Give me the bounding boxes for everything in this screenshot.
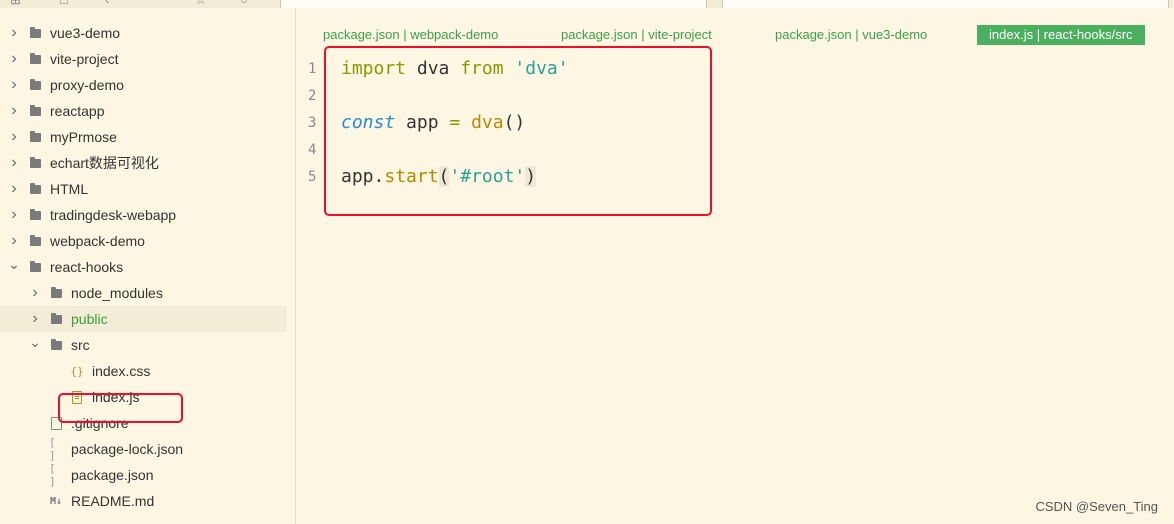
chevron-right-icon[interactable]: › [8, 128, 20, 146]
tree-item[interactable]: {} index.css [0, 358, 287, 384]
folder-shape [29, 104, 41, 116]
tree-item-label: tradingdesk-webapp [50, 207, 177, 223]
css-file-icon: {} [70, 364, 84, 378]
folder-icon [28, 234, 42, 246]
chevron-right-icon[interactable]: › [8, 24, 20, 42]
tab-index-js-react-hooks[interactable]: index.js | react-hooks/src [977, 25, 1145, 45]
chevron-down-icon[interactable]: ⌄ [8, 256, 20, 273]
tree-item[interactable]: M↓ README.md [0, 488, 287, 514]
folder-shape [29, 52, 41, 64]
tree-item[interactable]: › node_modules [0, 280, 287, 306]
tree-item[interactable]: › tradingdesk-webapp [0, 202, 287, 228]
chevron-right-icon[interactable]: › [29, 284, 41, 302]
file-explorer-sidebar: › vue3-demo › vite-project › proxy-demo › react… [0, 8, 287, 524]
chevron-down-icon[interactable]: ⌄ [29, 334, 41, 351]
search-input[interactable] [722, 0, 1169, 8]
tab-package-json-vue3-demo[interactable]: package.json | vue3-demo [775, 25, 927, 45]
tree-item-label: package-lock.json [71, 441, 184, 457]
tree-item-label: HTML [50, 181, 89, 197]
folder-shape [50, 338, 62, 350]
tree-item-label: vite-project [50, 51, 119, 67]
tree-item[interactable]: ⌄ src [0, 332, 287, 358]
markdown-file-icon: M↓ [49, 495, 63, 507]
tree-item[interactable]: › myPrmose [0, 124, 287, 150]
tree-item-label: react-hooks [50, 259, 124, 275]
tree-item-label: src [71, 337, 90, 353]
chevron-right-icon[interactable]: › [8, 180, 20, 198]
watermark: CSDN @Seven_Ting [1035, 499, 1158, 514]
tree-item[interactable]: › webpack-demo [0, 228, 287, 254]
folder-icon [28, 104, 42, 116]
editor-tab-bar: package.json | webpack-demo package.json… [296, 8, 1174, 45]
folder-icon [28, 52, 42, 64]
top-toolbar: ⊞ □ ‹ ☆ ○ [0, 0, 1174, 8]
folder-shape [29, 156, 41, 168]
folder-icon [49, 312, 63, 324]
tree-item-label: myPrmose [50, 129, 117, 145]
preview-icon[interactable]: ○ [240, 0, 248, 7]
tree-item[interactable]: › vite-project [0, 46, 287, 72]
chevron-right-icon[interactable]: › [8, 232, 20, 250]
folder-shape [29, 234, 41, 246]
tree-item-label: package.json [71, 467, 154, 483]
folder-icon [28, 182, 42, 194]
tree-item[interactable]: › reactapp [0, 98, 287, 124]
tree-item-label: public [71, 311, 108, 327]
tree-item-label: README.md [71, 493, 155, 509]
back-icon[interactable]: ‹ [105, 0, 109, 7]
folder-icon [28, 156, 42, 168]
tree-item[interactable]: [ ] package.json [0, 462, 287, 488]
folder-shape [29, 78, 41, 90]
tree-item[interactable]: › vue3-demo [0, 20, 287, 46]
folder-shape [29, 26, 41, 38]
folder-icon [49, 338, 63, 350]
chevron-right-icon[interactable]: › [8, 206, 20, 224]
chevron-right-icon[interactable]: › [8, 50, 20, 68]
sidebar-divider[interactable] [295, 8, 296, 524]
json-file-icon: [ ] [49, 462, 56, 488]
chevron-right-icon[interactable]: › [8, 154, 20, 172]
tree-item-label: echart数据可视化 [50, 155, 159, 171]
folder-icon [28, 26, 42, 38]
folder-icon [28, 130, 42, 142]
file-highlight-box [58, 393, 183, 423]
tree-item-label: reactapp [50, 103, 105, 119]
tab-package-json-webpack-demo[interactable]: package.json | webpack-demo [323, 25, 498, 45]
tree-item[interactable]: ⌄ react-hooks [0, 254, 287, 280]
tree-item-label: node_modules [71, 285, 163, 301]
folder-icon [28, 260, 42, 272]
chevron-right-icon[interactable]: › [8, 102, 20, 120]
address-bar[interactable] [280, 0, 707, 8]
folder-icon [28, 208, 42, 220]
json-file-icon: [ ] [49, 436, 56, 462]
tree-item-label: vue3-demo [50, 25, 121, 41]
code-highlight-box [324, 46, 712, 216]
tab-package-json-vite-project[interactable]: package.json | vite-project [561, 25, 712, 45]
star-icon[interactable]: ☆ [195, 0, 207, 7]
folder-shape [50, 312, 62, 324]
tree-item[interactable]: › proxy-demo [0, 72, 287, 98]
tree-item[interactable]: › echart数据可视化 [0, 150, 287, 176]
tree-item-label: index.css [92, 363, 151, 379]
folder-icon [28, 78, 42, 90]
folder-shape [29, 260, 41, 272]
folder-shape [29, 130, 41, 142]
tree-item[interactable]: › public [0, 306, 287, 332]
tree-item[interactable]: › HTML [0, 176, 287, 202]
chevron-right-icon[interactable]: › [29, 310, 41, 328]
new-file-icon[interactable]: ⊞ [10, 0, 21, 7]
folder-shape [29, 208, 41, 220]
tree-item-label: webpack-demo [50, 233, 145, 249]
tree-item[interactable]: [ ] package-lock.json [0, 436, 287, 462]
tree-item-label: proxy-demo [50, 77, 124, 93]
save-icon[interactable]: □ [60, 0, 68, 7]
folder-shape [29, 182, 41, 194]
folder-icon [49, 286, 63, 298]
folder-shape [50, 286, 62, 298]
chevron-right-icon[interactable]: › [8, 76, 20, 94]
